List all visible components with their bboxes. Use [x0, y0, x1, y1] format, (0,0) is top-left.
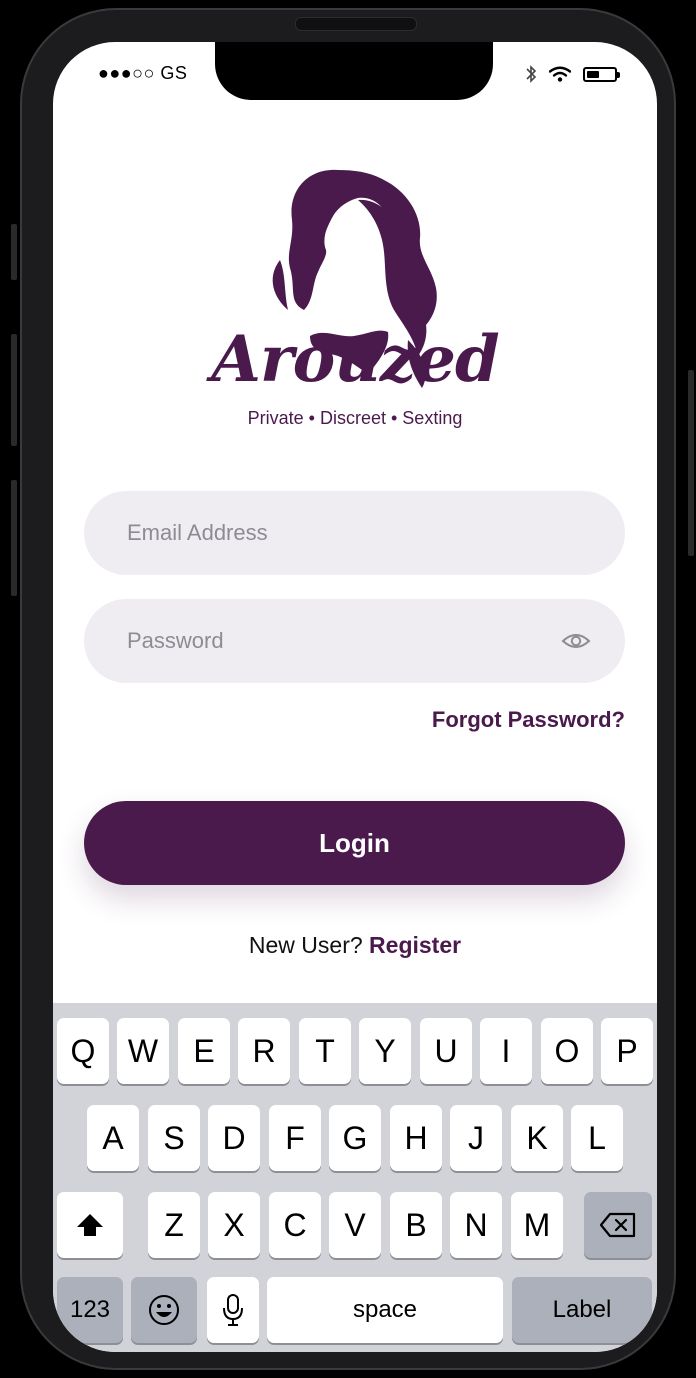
earpiece-speaker [295, 17, 417, 31]
key-t[interactable]: T [299, 1018, 351, 1084]
key-v[interactable]: V [329, 1192, 381, 1258]
microphone-icon [223, 1294, 243, 1326]
key-u[interactable]: U [420, 1018, 472, 1084]
key-y[interactable]: Y [359, 1018, 411, 1084]
key-h[interactable]: H [390, 1105, 442, 1171]
eye-icon[interactable] [561, 629, 591, 653]
key-z[interactable]: Z [148, 1192, 200, 1258]
key-l[interactable]: L [571, 1105, 623, 1171]
battery-icon [583, 66, 620, 82]
key-d[interactable]: D [208, 1105, 260, 1171]
key-o[interactable]: O [541, 1018, 593, 1084]
bluetooth-icon [526, 65, 537, 83]
phone-screen: ●●●○○ GS Arouzed Private • Discreet • Se… [53, 42, 657, 1352]
shift-key[interactable] [57, 1192, 123, 1258]
key-j[interactable]: J [450, 1105, 502, 1171]
key-m[interactable]: M [511, 1192, 563, 1258]
password-field[interactable] [84, 599, 625, 683]
key-b[interactable]: B [390, 1192, 442, 1258]
key-a[interactable]: A [87, 1105, 139, 1171]
on-screen-keyboard: Q W E R T Y U I O P A S D F G H J K L Z … [53, 1003, 657, 1352]
microphone-key[interactable] [207, 1277, 259, 1343]
key-e[interactable]: E [178, 1018, 230, 1084]
email-field[interactable] [84, 491, 625, 575]
delete-key[interactable] [584, 1192, 652, 1258]
key-k[interactable]: K [511, 1105, 563, 1171]
carrier-signal: ●●●○○ GS [98, 63, 188, 83]
volume-down-button [11, 480, 17, 596]
numbers-key[interactable]: 123 [57, 1277, 123, 1343]
password-input[interactable] [125, 627, 549, 655]
shift-icon [77, 1214, 103, 1236]
key-n[interactable]: N [450, 1192, 502, 1258]
login-button[interactable]: Login [84, 801, 625, 885]
key-i[interactable]: I [480, 1018, 532, 1084]
key-p[interactable]: P [601, 1018, 653, 1084]
key-x[interactable]: X [208, 1192, 260, 1258]
key-r[interactable]: R [238, 1018, 290, 1084]
brand-name: Arouzed [211, 322, 499, 397]
new-user-text: New User? [248, 932, 363, 958]
key-q[interactable]: Q [57, 1018, 109, 1084]
key-w[interactable]: W [117, 1018, 169, 1084]
key-f[interactable]: F [269, 1105, 321, 1171]
power-button [688, 370, 694, 556]
emoji-key[interactable] [131, 1277, 197, 1343]
register-row: New User? Register [53, 932, 657, 959]
email-input[interactable] [125, 519, 549, 547]
emoji-icon [149, 1295, 179, 1325]
volume-up-button [11, 334, 17, 446]
brand-tagline: Private • Discreet • Sexting [247, 408, 463, 428]
key-g[interactable]: G [329, 1105, 381, 1171]
battery-fill [587, 70, 599, 78]
notch [215, 42, 493, 100]
register-link[interactable]: Register [369, 932, 461, 958]
return-key[interactable]: Label [512, 1277, 652, 1343]
status-icons [525, 64, 620, 84]
key-c[interactable]: C [269, 1192, 321, 1258]
mute-switch [11, 224, 17, 280]
wifi-icon [549, 66, 571, 82]
backspace-icon [599, 1212, 636, 1238]
key-s[interactable]: S [148, 1105, 200, 1171]
forgot-password-link[interactable]: Forgot Password? [432, 707, 625, 733]
space-key[interactable]: space [267, 1277, 503, 1343]
